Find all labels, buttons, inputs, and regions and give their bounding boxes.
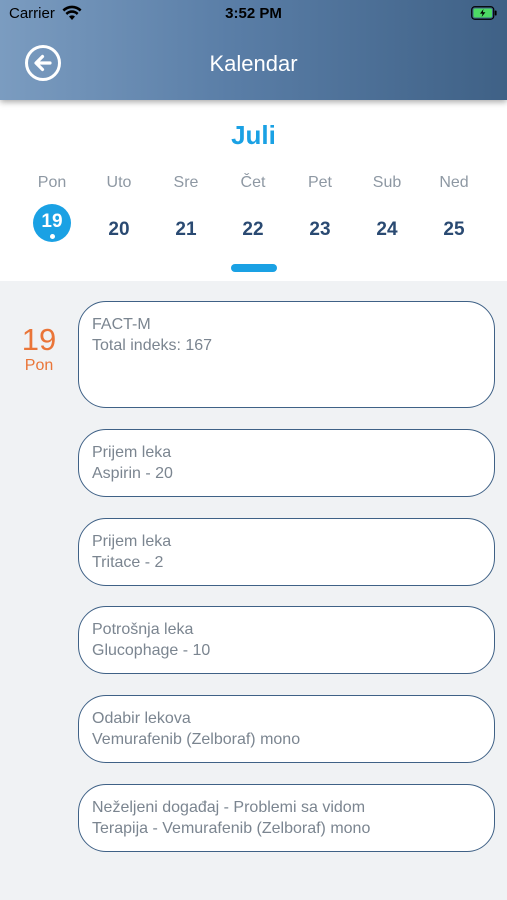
- status-bar: Carrier 3:52 PM: [0, 0, 507, 28]
- week-calendar: Juli Pon Uto Sre Čet Pet Sub Ned 19 20 2…: [0, 100, 507, 281]
- event-card-prijem-tritace[interactable]: Prijem leka Tritace - 2: [78, 518, 495, 586]
- timeline-date-number: 19: [21, 322, 57, 357]
- current-week-indicator: [231, 264, 277, 272]
- event-card-odabir-lekova[interactable]: Odabir lekova Vemurafenib (Zelboraf) mon…: [78, 695, 495, 763]
- weekday-label-sre: Sre: [173, 174, 199, 191]
- event-card-nezeljeni-dogadjaj[interactable]: Neželjeni događaj - Problemi sa vidom Te…: [78, 784, 495, 852]
- event-card-fact-m[interactable]: FACT-M Total indeks: 167: [78, 301, 495, 408]
- event-title: FACT-M: [92, 316, 151, 333]
- event-detail: Tritace - 2: [92, 554, 164, 571]
- event-detail: Glucophage - 10: [92, 642, 211, 659]
- status-time: 3:52 PM: [225, 5, 282, 22]
- timeline-date-weekday: Pon: [24, 357, 54, 374]
- event-detail: Aspirin - 20: [92, 465, 173, 482]
- event-title: Odabir lekova: [92, 710, 191, 727]
- event-title: Potrošnja leka: [92, 621, 194, 638]
- event-title: Prijem leka: [92, 533, 172, 550]
- weekday-label-pet: Pet: [307, 174, 332, 191]
- day-25[interactable]: 25: [434, 210, 474, 250]
- day-22[interactable]: 22: [233, 210, 273, 250]
- event-detail: Vemurafenib (Zelboraf) mono: [92, 731, 301, 748]
- battery-icon: [471, 6, 497, 20]
- weekday-label-cet: Čet: [240, 174, 266, 191]
- event-card-potrosnja-glucophage[interactable]: Potrošnja leka Glucophage - 10: [78, 606, 495, 674]
- event-dot-icon: [49, 234, 55, 239]
- event-card-prijem-aspirin[interactable]: Prijem leka Aspirin - 20: [78, 429, 495, 497]
- event-detail: Terapija - Vemurafenib (Zelboraf) mono: [92, 820, 371, 837]
- weekday-label-uto: Uto: [106, 174, 132, 191]
- day-19-selected[interactable]: 19: [33, 204, 71, 242]
- weekday-label-sub: Sub: [372, 174, 402, 191]
- event-title: Neželjeni događaj - Problemi sa vidom: [92, 799, 366, 816]
- day-24[interactable]: 24: [367, 210, 407, 250]
- weekday-label-pon: Pon: [37, 174, 67, 191]
- navigation-header: Carrier 3:52 PM Kalendar: [0, 0, 507, 100]
- day-23[interactable]: 23: [300, 210, 340, 250]
- weekday-label-ned: Ned: [439, 174, 469, 191]
- day-number: 19: [41, 211, 63, 232]
- event-detail: Total indeks: 167: [92, 337, 213, 354]
- page-title: Kalendar: [209, 51, 298, 76]
- month-label: Juli: [231, 120, 276, 150]
- day-21[interactable]: 21: [166, 210, 206, 250]
- day-20[interactable]: 20: [99, 210, 139, 250]
- event-title: Prijem leka: [92, 444, 172, 461]
